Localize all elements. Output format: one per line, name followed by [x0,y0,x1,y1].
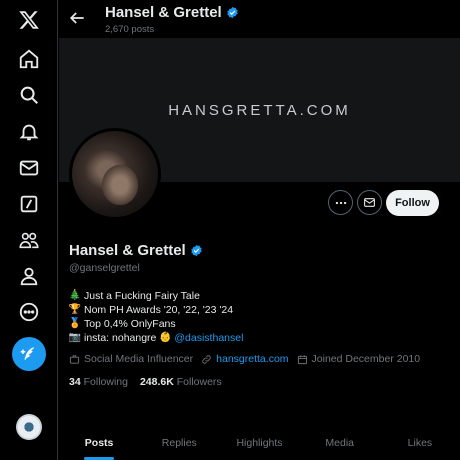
message-user-button[interactable] [357,190,382,215]
profile-bio: 🎄 Just a Fucking Fairy Tale 🏆 Nom PH Awa… [68,289,244,345]
followers-label: Followers [176,376,222,388]
verified-badge-icon [227,6,238,19]
profile-tabs: Posts Replies Highlights Media Likes [59,424,460,460]
profile-main-column: Hansel & Grettel 2,670 posts HANSGRETTA.… [59,0,460,460]
header-display-name: Hansel & Grettel [105,4,239,21]
bio-mention-link[interactable]: @dasisthansel [174,331,243,345]
header-name-text: Hansel & Grettel [105,4,222,21]
compose-button[interactable] [12,337,46,371]
tab-replies[interactable]: Replies [139,424,219,460]
search-icon[interactable] [11,77,47,113]
profile-meta: Social Media Influencer hansgretta.com J… [69,353,428,365]
bio-line: 🏅 Top 0,4% OnlyFans [69,317,243,331]
home-icon[interactable] [11,41,47,77]
joined-item: Joined December 2010 [297,353,421,365]
account-avatar[interactable] [16,414,42,440]
communities-icon[interactable] [11,222,47,258]
website-item: hansgretta.com [201,353,289,365]
back-arrow-icon[interactable] [67,8,87,28]
joined-text: Joined December 2010 [311,353,421,365]
envelope-icon [364,198,375,207]
following-count: 34 [69,376,81,388]
banner-text: HANSGRETTA.COM [168,101,351,119]
bio-line: 📷 insta: nohangre 👶 @dasisthansel [68,331,244,345]
compose-icon [20,347,35,360]
followers-count: 248.6K [139,376,174,388]
briefcase-icon [69,354,80,364]
calendar-icon [297,354,307,364]
profile-avatar[interactable] [69,128,161,220]
website-link[interactable]: hansgretta.com [216,353,288,365]
notifications-icon[interactable] [11,114,47,150]
display-name: Hansel & Grettel [69,242,203,259]
bio-text: Nom PH Awards '20, '22, '23 '24 [84,304,234,316]
tab-posts[interactable]: Posts [59,424,139,460]
baby-face-icon: 👶 [159,332,172,343]
follow-button[interactable]: Follow [386,190,439,216]
medal-icon: 🏅 [68,318,82,329]
grok-icon[interactable] [11,186,47,222]
tab-media[interactable]: Media [300,424,380,460]
trophy-icon: 🏆 [68,304,82,315]
link-icon [202,354,211,364]
tab-likes[interactable]: Likes [380,424,460,460]
ellipsis-icon [335,201,346,204]
x-logo-icon[interactable] [11,2,47,38]
bio-line: 🏆 Nom PH Awards '20, '22, '23 '24 [69,303,243,317]
left-nav-rail [0,0,58,460]
more-options-button[interactable] [328,190,353,215]
following-label: Following [83,376,128,388]
messages-icon[interactable] [11,150,47,186]
bio-text: Just a Fucking Fairy Tale [84,290,200,302]
tab-highlights[interactable]: Highlights [219,424,299,460]
bio-line: 🎄 Just a Fucking Fairy Tale [69,289,243,303]
post-count: 2,670 posts [105,24,155,35]
verified-badge-icon [191,244,202,257]
profile-header-bar: Hansel & Grettel 2,670 posts [59,0,460,38]
camera-icon: 📷 [68,332,82,343]
category-item: Social Media Influencer [69,353,193,365]
bio-text: Top 0,4% OnlyFans [84,318,176,330]
display-name-text: Hansel & Grettel [69,242,186,259]
followers-link[interactable]: 248.6K Followers [140,376,222,388]
user-handle: @ganselgrettel [69,262,140,274]
bio-text: insta: nohangre [84,332,157,344]
more-icon[interactable] [11,294,47,330]
category-text: Social Media Influencer [84,353,194,365]
follow-stats: 34 Following 248.6K Followers [69,376,222,388]
following-link[interactable]: 34 Following [69,376,128,388]
christmas-tree-icon: 🎄 [68,290,82,301]
profile-icon[interactable] [11,258,47,294]
